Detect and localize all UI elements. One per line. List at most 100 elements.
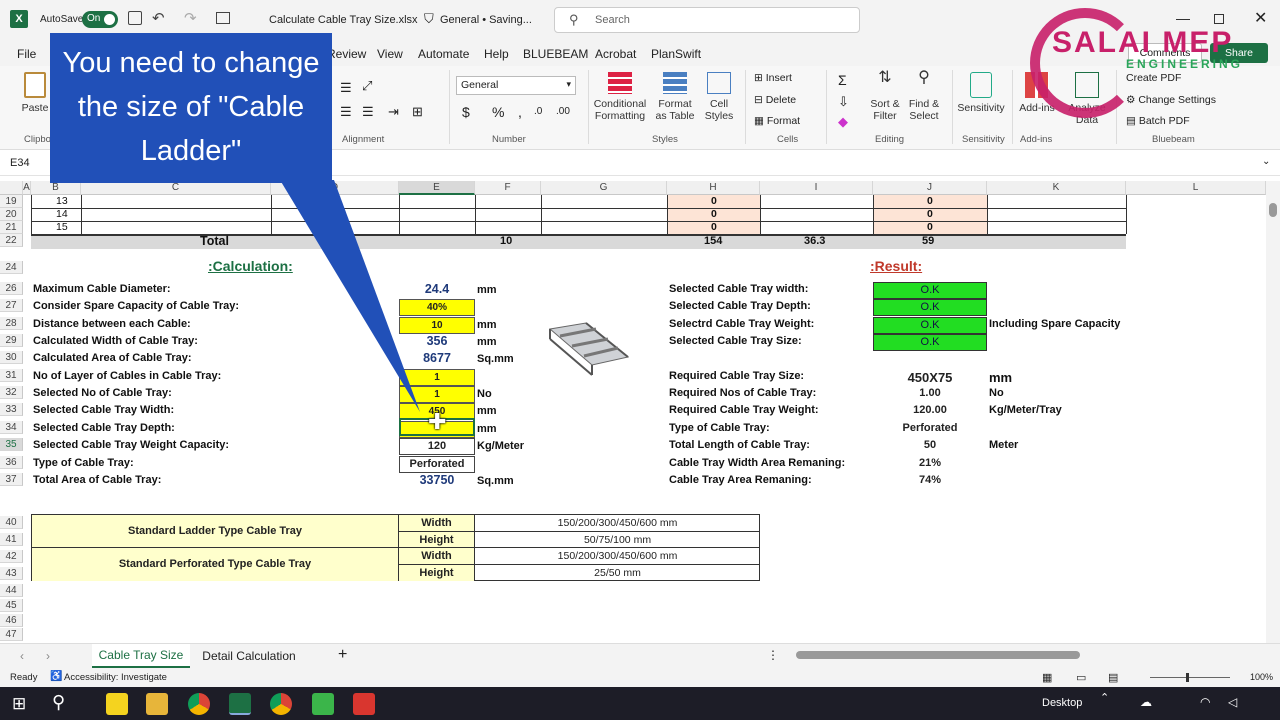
row-header[interactable]: 43 (0, 567, 23, 580)
normal-view-icon[interactable]: ▦ (1042, 671, 1052, 684)
column-header[interactable]: C (81, 181, 271, 195)
indent-icon[interactable]: ⇥ (388, 104, 399, 120)
more-options-icon[interactable]: ⋮ (767, 648, 779, 662)
zoom-level[interactable]: 100% (1250, 672, 1273, 682)
row-header[interactable]: 46 (0, 614, 23, 627)
column-header[interactable]: K (987, 181, 1126, 195)
save-icon[interactable] (128, 11, 142, 25)
column-header[interactable]: J (873, 181, 987, 195)
column-header[interactable]: H (667, 181, 760, 195)
zoom-slider-thumb[interactable] (1186, 673, 1189, 682)
row-header[interactable]: 35 (0, 438, 23, 451)
column-header[interactable]: L (1126, 181, 1266, 195)
calc-value[interactable]: 33750 (399, 473, 475, 490)
row-header[interactable]: 40 (0, 516, 23, 529)
scrollbar-thumb[interactable] (1269, 203, 1277, 217)
row-header[interactable]: 37 (0, 473, 23, 486)
calc-value[interactable]: 356 (399, 334, 475, 351)
column-header[interactable]: G (541, 181, 667, 195)
delete-button[interactable]: ⊟ Delete (754, 94, 796, 106)
name-box[interactable]: E34 (10, 157, 30, 169)
tab-cable-tray-size[interactable]: Cable Tray Size (92, 644, 190, 668)
insert-button[interactable]: ⊞ Insert (754, 72, 792, 84)
column-header[interactable]: D (271, 181, 399, 195)
horizontal-scrollbar[interactable] (786, 650, 1262, 660)
batch-pdf-button[interactable]: ▤ Batch PDF (1126, 115, 1190, 127)
row-header[interactable]: 45 (0, 599, 23, 612)
row-header[interactable]: 24 (0, 261, 23, 274)
zoom-slider[interactable] (1150, 673, 1230, 682)
increase-decimal-icon[interactable]: .0 (534, 106, 542, 117)
calc-value[interactable]: 40% (399, 299, 475, 316)
show-hidden-icons-icon[interactable]: ⌃ (1100, 691, 1109, 704)
row-header[interactable]: 22 (0, 234, 23, 247)
clear-icon[interactable]: ◆ (838, 114, 848, 130)
row-header[interactable]: 42 (0, 550, 23, 563)
page-break-icon[interactable]: ▤ (1108, 671, 1118, 684)
undo-icon[interactable]: ↶ (152, 9, 165, 27)
column-header[interactable]: I (760, 181, 873, 195)
merge-icon[interactable]: ⊞ (412, 104, 423, 120)
camtasia-recorder-icon[interactable] (353, 693, 375, 715)
column-header[interactable]: E (399, 181, 475, 195)
format-button[interactable]: ▦ Format (754, 115, 800, 127)
calc-value[interactable]: 120 (399, 438, 475, 455)
row-header[interactable]: 41 (0, 533, 23, 546)
column-header[interactable]: B (31, 181, 81, 195)
next-sheet-icon[interactable]: › (46, 649, 50, 663)
calc-value[interactable]: 10 (399, 317, 475, 334)
orientation-icon[interactable]: ⤢ (362, 78, 372, 94)
column-header[interactable]: A (23, 181, 31, 195)
sticky-notes-icon[interactable] (106, 693, 128, 715)
vertical-scrollbar[interactable] (1266, 181, 1280, 643)
chrome-icon[interactable] (188, 693, 210, 715)
find-select-button[interactable]: ⚲ Find & Select (904, 70, 944, 123)
column-header[interactable]: F (475, 181, 541, 195)
conditional-formatting-button[interactable]: Conditional Formatting (592, 72, 648, 122)
redo-icon[interactable]: ↷ (184, 9, 197, 27)
row-header[interactable]: 21 (0, 221, 23, 234)
windows-start-icon[interactable]: ⊞ (12, 694, 26, 714)
sensitivity-button[interactable]: Sensitivity (956, 72, 1006, 114)
row-header[interactable]: 31 (0, 369, 23, 382)
calc-value[interactable]: Perforated (399, 456, 475, 473)
accessibility-status[interactable]: Accessibility: Investigate (64, 672, 167, 683)
menu-planswift[interactable]: PlanSwift (651, 47, 701, 61)
calc-value[interactable]: 1 (399, 386, 475, 403)
spreadsheet-grid[interactable]: A B C D E F G H I J K L 19 20 21 22 24 26 27 28… (0, 181, 1266, 643)
row-header[interactable]: 19 (0, 195, 23, 208)
select-all[interactable] (0, 181, 23, 195)
fill-icon[interactable]: ⇩ (838, 94, 849, 110)
maximize-icon[interactable] (1214, 14, 1224, 24)
sensitivity-status[interactable]: General • Saving... (440, 14, 532, 26)
page-layout-icon[interactable]: ▭ (1076, 671, 1086, 684)
file-explorer-icon[interactable] (146, 693, 168, 715)
search-box[interactable]: ⚲ Search (554, 7, 860, 33)
align-right-icon[interactable]: ☰ (362, 104, 374, 120)
add-sheet-icon[interactable]: + (338, 646, 347, 664)
close-icon[interactable]: ✕ (1254, 8, 1267, 28)
row-header[interactable]: 36 (0, 456, 23, 469)
sort-filter-button[interactable]: ⇅ Sort & Filter (866, 70, 904, 123)
paste-button[interactable]: Paste (18, 72, 52, 114)
cell-styles-button[interactable]: Cell Styles (700, 72, 738, 122)
row-header[interactable]: 33 (0, 403, 23, 416)
tab-detail-calculation[interactable]: Detail Calculation (194, 644, 304, 668)
menu-help[interactable]: Help (484, 47, 509, 61)
row-header[interactable]: 28 (0, 317, 23, 330)
calc-value[interactable]: 1 (399, 369, 475, 386)
number-format-select[interactable]: General ▾ (456, 76, 576, 95)
row-header[interactable]: 20 (0, 208, 23, 221)
comma-icon[interactable]: , (518, 104, 522, 120)
search-icon[interactable]: ⚲ (52, 692, 65, 713)
customize-icon[interactable] (216, 12, 230, 24)
autosave-toggle[interactable]: On (82, 11, 118, 28)
row-header[interactable]: 29 (0, 334, 23, 347)
align-center-icon[interactable]: ☰ (340, 104, 352, 120)
format-as-table-button[interactable]: Format as Table (652, 72, 698, 122)
row-header[interactable]: 32 (0, 386, 23, 399)
row-header[interactable]: 27 (0, 299, 23, 312)
excel-taskbar-icon[interactable] (229, 693, 251, 715)
autosum-icon[interactable]: Σ (838, 72, 847, 88)
camtasia-icon[interactable] (312, 693, 334, 715)
